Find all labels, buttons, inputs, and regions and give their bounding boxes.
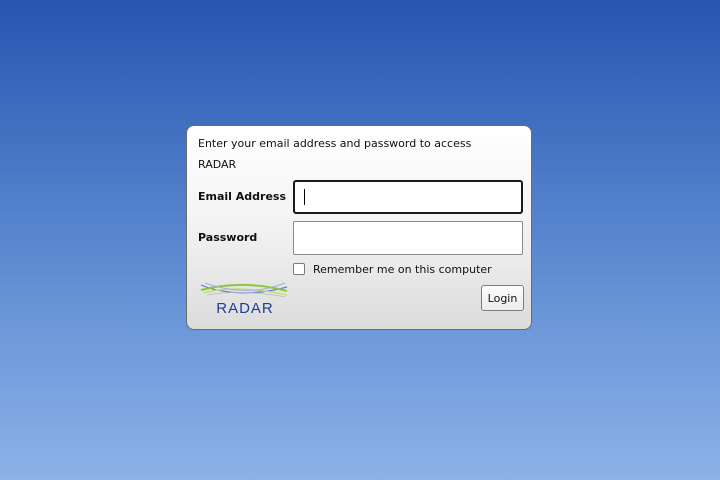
password-field[interactable] — [293, 221, 523, 255]
text-caret — [304, 189, 305, 205]
logo-swoosh-icon — [200, 282, 288, 298]
login-instructions: Enter your email address and password to… — [198, 137, 472, 171]
password-label: Password — [198, 231, 258, 244]
remember-me-checkbox[interactable] — [293, 263, 305, 275]
radar-logo: RADAR — [200, 282, 288, 317]
login-panel: Enter your email address and password to… — [186, 125, 532, 330]
logo-text: RADAR — [216, 300, 274, 317]
email-field[interactable] — [293, 180, 523, 214]
remember-me-label[interactable]: Remember me on this computer — [313, 263, 492, 276]
login-button[interactable]: Login — [481, 285, 524, 311]
email-label: Email Address — [198, 190, 287, 203]
remember-me-row[interactable]: Remember me on this computer — [293, 262, 492, 276]
